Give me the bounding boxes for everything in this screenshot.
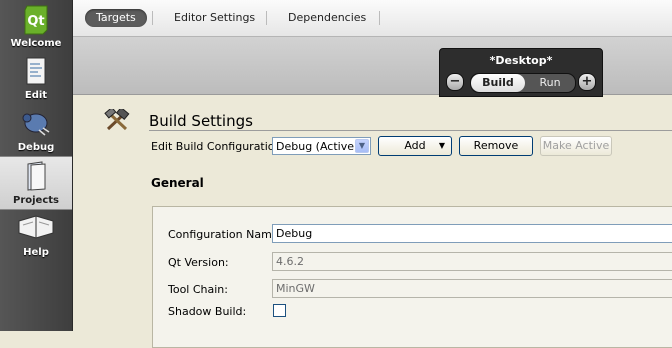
tab-dependencies[interactable]: Dependencies — [288, 9, 366, 27]
mode-debug-label: Debug — [17, 142, 55, 153]
build-run-switch: Build Run — [470, 73, 576, 93]
qt-version-label: Qt Version: — [168, 256, 229, 269]
build-configuration-select[interactable]: Debug (Active) ▼ — [272, 137, 371, 155]
mode-debug[interactable]: Debug — [0, 104, 72, 156]
mode-projects[interactable]: Projects — [0, 156, 72, 210]
mode-projects-label: Projects — [12, 195, 59, 206]
build-settings-title: Build Settings — [149, 112, 253, 130]
shadow-build-checkbox[interactable] — [273, 304, 286, 317]
svg-text:Qt: Qt — [27, 14, 44, 29]
tool-chain-label: Tool Chain: — [168, 283, 228, 296]
qt-version-field: 4.6.2 — [272, 252, 672, 271]
title-divider — [149, 130, 672, 131]
mode-welcome-label: Welcome — [10, 38, 62, 49]
tab-targets[interactable]: Targets — [85, 9, 147, 27]
mode-edit-label: Edit — [24, 90, 48, 101]
project-tab-bar: Targets Editor Settings Dependencies — [73, 0, 672, 37]
chevron-down-icon[interactable]: ▼ — [355, 139, 369, 153]
tab-separator — [266, 11, 267, 25]
target-band: *Desktop* − Build Run + — [73, 37, 672, 97]
add-config-button[interactable]: Add ▼ — [378, 136, 452, 156]
add-target-button[interactable]: + — [578, 73, 596, 91]
tab-editor-settings[interactable]: Editor Settings — [174, 9, 255, 27]
edit-build-configuration-label: Edit Build Configuration: — [151, 140, 286, 153]
mode-help[interactable]: Help — [0, 209, 72, 261]
make-active-button[interactable]: Make Active — [540, 136, 612, 156]
document-icon — [25, 56, 47, 89]
tab-separator — [379, 11, 380, 25]
mode-help-label: Help — [23, 247, 49, 258]
remove-config-button[interactable]: Remove — [459, 136, 533, 156]
target-name[interactable]: *Desktop* — [440, 54, 602, 67]
qt-logo-icon: Qt — [23, 4, 49, 39]
configuration-name-label: Configuration Name: — [168, 228, 283, 241]
add-config-label: Add — [404, 139, 426, 152]
folder-icon — [24, 161, 48, 194]
tab-separator — [152, 11, 153, 25]
target-selector: *Desktop* − Build Run + — [439, 48, 603, 97]
book-icon — [17, 213, 55, 242]
shadow-build-label: Shadow Build: — [168, 305, 247, 318]
mode-edit[interactable]: Edit — [0, 52, 72, 104]
general-section-title: General — [151, 176, 204, 190]
mode-sidebar: Qt Welcome Edit Debug Projects Help — [0, 0, 73, 331]
tool-chain-field: MinGW — [272, 279, 672, 298]
mode-welcome[interactable]: Qt Welcome — [0, 0, 72, 52]
bug-icon — [21, 108, 51, 139]
run-config-button[interactable]: Run — [525, 74, 575, 92]
remove-target-button[interactable]: − — [446, 73, 464, 91]
build-hammer-icon — [104, 106, 130, 134]
build-config-button[interactable]: Build — [471, 74, 525, 92]
build-configuration-value: Debug (Active) — [276, 140, 359, 153]
dropdown-arrow-icon: ▼ — [438, 141, 445, 150]
configuration-name-input[interactable]: Debug — [272, 224, 672, 243]
